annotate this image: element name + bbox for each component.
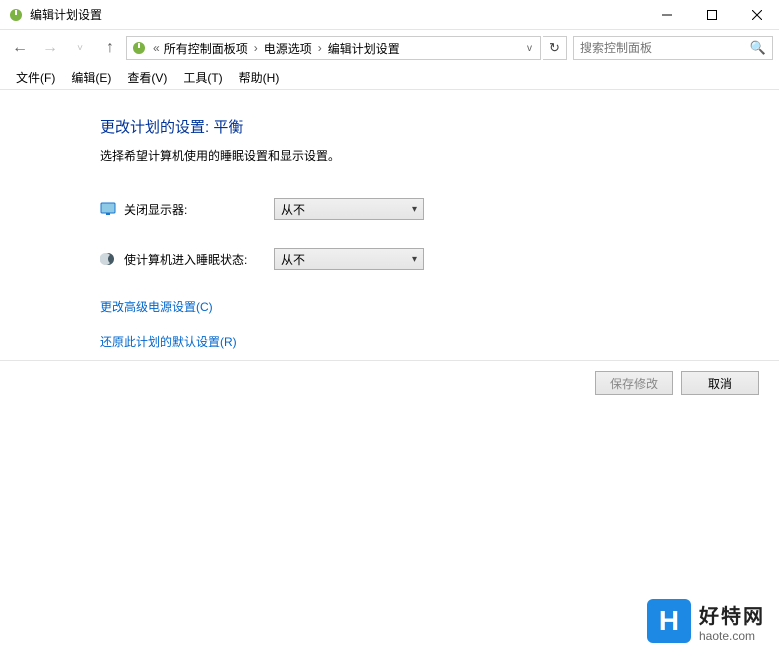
search-input[interactable] [580,41,750,55]
breadcrumb-item-1[interactable]: 所有控制面板项 [162,40,250,57]
recent-dropdown[interactable]: ˅ [66,34,94,62]
menu-bar: 文件(F) 编辑(E) 查看(V) 工具(T) 帮助(H) [0,66,779,90]
page-subtext: 选择希望计算机使用的睡眠设置和显示设置。 [100,147,739,164]
sleep-value: 从不 [281,251,412,268]
display-off-value: 从不 [281,201,412,218]
search-box[interactable]: 🔍 [573,36,773,60]
button-panel: 保存修改 取消 [0,360,779,405]
watermark-cn: 好特网 [699,600,765,629]
app-icon [8,7,24,23]
menu-tools[interactable]: 工具(T) [175,67,230,88]
menu-view[interactable]: 查看(V) [119,67,175,88]
menu-help[interactable]: 帮助(H) [231,67,288,88]
sleep-label: 使计算机进入睡眠状态: [124,251,274,268]
chevron-right-icon[interactable]: › [314,41,326,55]
save-button[interactable]: 保存修改 [595,371,673,395]
maximize-button[interactable] [689,0,734,30]
cancel-button[interactable]: 取消 [681,371,759,395]
refresh-button[interactable]: ↻ [543,36,567,60]
address-dropdown-icon[interactable]: v [523,43,536,54]
search-icon[interactable]: 🔍 [750,40,766,56]
menu-file[interactable]: 文件(F) [8,67,63,88]
chevron-right-icon[interactable]: › [250,41,262,55]
moon-icon [100,251,116,267]
link-advanced-settings[interactable]: 更改高级电源设置(C) [100,298,739,315]
watermark-en: haote.com [699,629,765,643]
content-area: 更改计划的设置: 平衡 选择希望计算机使用的睡眠设置和显示设置。 关闭显示器: … [0,90,779,388]
sleep-dropdown[interactable]: 从不 ▾ [274,248,424,270]
address-bar[interactable]: « 所有控制面板项 › 电源选项 › 编辑计划设置 v [126,36,541,60]
control-panel-icon [131,40,147,56]
link-restore-defaults[interactable]: 还原此计划的默认设置(R) [100,333,739,350]
watermark-logo: H [647,599,691,643]
up-button[interactable]: ↑ [96,34,124,62]
watermark: H 好特网 haote.com [647,599,765,643]
breadcrumb-item-2[interactable]: 电源选项 [262,40,314,57]
forward-button[interactable]: → [36,34,64,62]
links-section: 更改高级电源设置(C) 还原此计划的默认设置(R) [100,298,739,350]
window-titlebar: 编辑计划设置 [0,0,779,30]
minimize-button[interactable] [644,0,689,30]
watermark-text: 好特网 haote.com [699,600,765,643]
display-off-dropdown[interactable]: 从不 ▾ [274,198,424,220]
close-button[interactable] [734,0,779,30]
chevron-down-icon: ▾ [412,204,417,215]
nav-bar: ← → ˅ ↑ « 所有控制面板项 › 电源选项 › 编辑计划设置 v ↻ 🔍 [0,30,779,66]
monitor-icon [100,201,116,217]
menu-edit[interactable]: 编辑(E) [63,67,119,88]
page-heading: 更改计划的设置: 平衡 [100,116,739,137]
setting-row-display-off: 关闭显示器: 从不 ▾ [100,198,739,220]
setting-row-sleep: 使计算机进入睡眠状态: 从不 ▾ [100,248,739,270]
chevron-down-icon: ▾ [412,254,417,265]
display-off-label: 关闭显示器: [124,201,274,218]
breadcrumb-overflow[interactable]: « [151,41,162,55]
breadcrumb-item-3[interactable]: 编辑计划设置 [326,40,402,57]
window-title: 编辑计划设置 [30,6,644,23]
back-button[interactable]: ← [6,34,34,62]
